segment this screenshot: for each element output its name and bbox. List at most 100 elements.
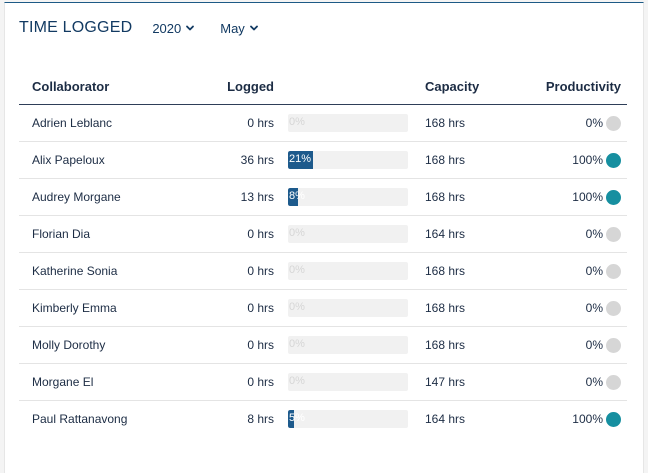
productivity-value: 100% <box>572 153 603 167</box>
capacity-hours: 147 hrs <box>408 363 535 401</box>
productivity-cell: 0% <box>535 252 627 290</box>
table-row: Alix Papeloux 36 hrs 21% 168 hrs 100% <box>19 141 627 179</box>
collaborator-name: Adrien Leblanc <box>19 104 186 142</box>
collaborator-name: Florian Dia <box>19 215 186 253</box>
capacity-hours: 168 hrs <box>408 141 535 179</box>
collaborator-name: Katherine Sonia <box>19 252 186 290</box>
productivity-value: 100% <box>572 190 603 204</box>
logged-progress-bar: 5% <box>288 410 408 428</box>
time-logged-card: TIME LOGGED 2020 May Collaborator Logged… <box>4 2 644 473</box>
chevron-down-icon <box>186 25 195 31</box>
logged-hours: 0 hrs <box>186 289 288 327</box>
collaborator-name: Audrey Morgane <box>19 178 186 216</box>
logged-hours: 8 hrs <box>247 412 274 426</box>
status-dot-icon <box>606 374 621 390</box>
card-title: TIME LOGGED <box>19 19 133 36</box>
collaborator-name: Alix Papeloux <box>19 141 186 179</box>
collaborator-name: Paul Rattanavong <box>32 412 128 426</box>
collaborator-name: Molly Dorothy <box>19 326 186 364</box>
capacity-hours: 168 hrs <box>408 326 535 364</box>
productivity-cell: 100% <box>535 141 627 179</box>
table-row: Kimberly Emma 0 hrs 0% 168 hrs 0% <box>19 289 627 327</box>
collaborator-name: Kimberly Emma <box>19 289 186 327</box>
productivity-cell: 0% <box>535 104 627 142</box>
logged-progress-label: 0% <box>289 375 305 387</box>
table-row: Audrey Morgane 13 hrs 8% 168 hrs 100% <box>19 178 627 216</box>
table-row: Katherine Sonia 0 hrs 0% 168 hrs 0% <box>19 252 627 290</box>
progress-cell: 0% <box>288 215 408 253</box>
logged-progress-label: 0% <box>289 338 305 350</box>
progress-cell: 0% <box>288 289 408 327</box>
capacity-hours: 168 hrs <box>408 252 535 290</box>
productivity-value: 0% <box>585 264 603 278</box>
productivity-value: 0% <box>585 338 603 352</box>
capacity-hours: 164 hrs <box>425 412 466 426</box>
status-dot-icon <box>606 300 621 316</box>
logged-progress-bar: 21% <box>288 151 408 169</box>
table-row: Paul Rattanavong 8 hrs 5% 164 hrs 100% <box>19 401 627 438</box>
logged-hours: 0 hrs <box>186 363 288 401</box>
logged-progress-label: 0% <box>289 301 305 313</box>
logged-progress-label: 21% <box>289 153 312 165</box>
capacity-hours: 164 hrs <box>408 215 535 253</box>
logged-hours: 0 hrs <box>186 252 288 290</box>
productivity-value: 0% <box>585 227 603 241</box>
logged-progress-label: 5% <box>289 412 305 424</box>
table-row: Molly Dorothy 0 hrs 0% 168 hrs 0% <box>19 326 627 364</box>
logged-hours: 36 hrs <box>186 141 288 179</box>
status-dot-icon <box>606 189 621 205</box>
status-dot-icon <box>606 152 621 168</box>
productivity-cell: 0% <box>535 215 627 253</box>
logged-progress-bar: 8% <box>288 188 408 206</box>
year-select-value: 2020 <box>152 20 182 36</box>
logged-progress-label: 8% <box>289 190 305 202</box>
progress-cell: 0% <box>288 326 408 364</box>
logged-progress-bar: 0% <box>288 225 408 243</box>
logged-progress-label: 0% <box>289 116 305 128</box>
card-header: TIME LOGGED 2020 May <box>19 17 259 39</box>
status-dot-icon <box>606 263 621 279</box>
productivity-cell: 0% <box>535 289 627 327</box>
logged-hours: 0 hrs <box>186 215 288 253</box>
logged-progress-bar: 0% <box>288 373 408 391</box>
table-header-row: Collaborator Logged Capacity Productivit… <box>19 69 627 105</box>
column-header-collaborator: Collaborator <box>19 69 186 105</box>
month-select-value: May <box>220 20 245 36</box>
logged-hours: 0 hrs <box>186 326 288 364</box>
column-header-logged: Logged <box>186 69 288 105</box>
table-row: Adrien Leblanc 0 hrs 0% 168 hrs 0% <box>19 104 627 142</box>
time-logged-table: Collaborator Logged Capacity Productivit… <box>19 69 627 437</box>
year-select[interactable]: 2020 <box>152 21 195 36</box>
capacity-hours: 168 hrs <box>408 104 535 142</box>
progress-cell: 8% <box>288 178 408 216</box>
month-select[interactable]: May <box>220 21 259 36</box>
status-dot-icon <box>606 226 621 242</box>
progress-cell: 0% <box>288 363 408 401</box>
productivity-cell: 0% <box>535 363 627 401</box>
logged-progress-bar: 0% <box>288 336 408 354</box>
logged-progress-label: 0% <box>289 264 305 276</box>
progress-cell: 21% <box>288 141 408 179</box>
progress-cell: 0% <box>288 252 408 290</box>
logged-hours: 13 hrs <box>186 178 288 216</box>
capacity-hours: 168 hrs <box>408 289 535 327</box>
collaborator-name: Morgane El <box>19 363 186 401</box>
logged-hours: 0 hrs <box>186 104 288 142</box>
productivity-value: 0% <box>585 116 603 130</box>
progress-cell: 0% <box>288 104 408 142</box>
productivity-value: 0% <box>585 301 603 315</box>
productivity-cell: 0% <box>535 326 627 364</box>
status-dot-icon <box>606 115 621 131</box>
progress-cell: 5% <box>288 401 408 438</box>
productivity-value: 0% <box>585 375 603 389</box>
capacity-hours: 168 hrs <box>408 178 535 216</box>
table-row: Florian Dia 0 hrs 0% 164 hrs 0% <box>19 215 627 253</box>
column-header-progress <box>288 69 408 105</box>
logged-progress-bar: 0% <box>288 299 408 317</box>
logged-progress-bar: 0% <box>288 262 408 280</box>
productivity-value: 100% <box>572 412 603 426</box>
column-header-productivity: Productivity <box>535 69 627 105</box>
logged-progress-bar: 0% <box>288 114 408 132</box>
status-dot-icon <box>606 411 621 427</box>
logged-progress-label: 0% <box>289 227 305 239</box>
